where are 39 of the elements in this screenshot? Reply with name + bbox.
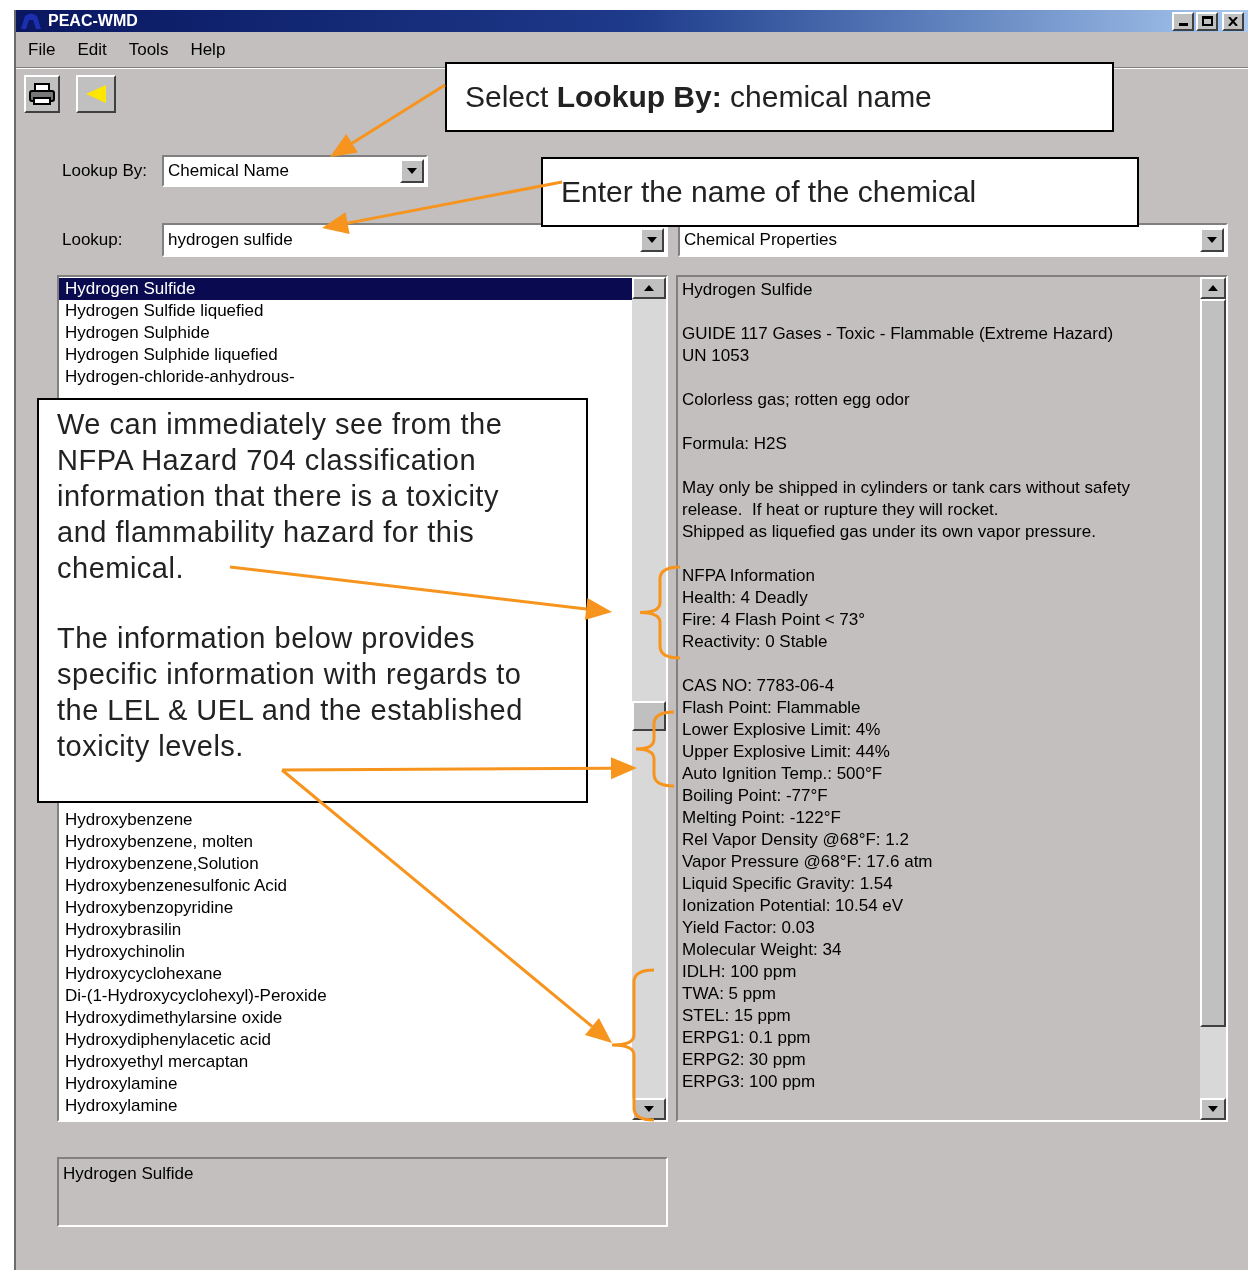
property-line: Liquid Specific Gravity: 1.54	[682, 873, 894, 895]
property-line: ERPG3: 100 ppm	[682, 1071, 817, 1093]
property-line: CAS NO: 7783-06-4	[682, 675, 836, 697]
property-line: Colorless gas; rotten egg odor	[682, 389, 911, 411]
property-line: Fire: 4 Flash Point < 73°	[682, 609, 867, 631]
property-line: STEL: 15 ppm	[682, 1005, 792, 1027]
property-line: Boiling Point: -77°F	[682, 785, 829, 807]
callout: Select Lookup By: chemical name	[445, 62, 1114, 132]
property-line: Lower Explosive Limit: 4%	[682, 719, 882, 741]
property-line: Upper Explosive Limit: 44%	[682, 741, 891, 763]
property-line: Hydrogen Sulfide	[682, 279, 814, 301]
property-line: Shipped as liquefied gas under its own vapor pressure.	[682, 521, 1097, 543]
note-paragraph: We can immediately see from the NFPA Hazard 704 classification information that there is a toxicity and flammability hazard for this chemical.	[57, 407, 504, 586]
callout: Enter the name of the chemical	[541, 157, 1139, 227]
property-line: UN 1053	[682, 345, 751, 367]
property-line: Reactivity: 0 Stable	[682, 631, 829, 653]
window-title: PEAC-WMD	[48, 11, 138, 31]
property-line: NFPA Information	[682, 565, 816, 587]
property-line: Ionization Potential: 10.54 eV	[682, 895, 905, 917]
property-line: ERPG1: 0.1 ppm	[682, 1027, 812, 1049]
property-line: Yield Factor: 0.03	[682, 917, 816, 939]
property-line: Melting Point: -122°F	[682, 807, 842, 829]
property-line: ERPG2: 30 ppm	[682, 1049, 807, 1071]
property-line: GUIDE 117 Gases - Toxic - Flammable (Extreme Hazard)	[682, 323, 1115, 345]
property-line: Health: 4 Deadly	[682, 587, 809, 609]
property-line: Formula: H2S	[682, 433, 788, 455]
property-line: Vapor Pressure @68°F: 17.6 atm	[682, 851, 934, 873]
field-label: Lookup:	[62, 229, 124, 252]
property-line: Auto Ignition Temp.: 500°F	[682, 763, 884, 785]
property-line: Rel Vapor Density @68°F: 1.2	[682, 829, 910, 851]
note-paragraph: The information below provides specific information with regards to the LEL & UEL and the established toxicity levels.	[57, 621, 524, 764]
property-line: May only be shipped in cylinders or tank cars without safety	[682, 477, 1131, 499]
property-line: Flash Point: Flammable	[682, 697, 862, 719]
property-line: TWA: 5 ppm	[682, 983, 777, 1005]
property-line: release. If heat or rupture they will rocket.	[682, 499, 1000, 521]
field-label: Lookup By:	[62, 160, 149, 183]
selection-box: Hydrogen Sulfide	[57, 1157, 668, 1227]
property-line: Molecular Weight: 34	[682, 939, 843, 961]
property-line: IDLH: 100 ppm	[682, 961, 798, 983]
